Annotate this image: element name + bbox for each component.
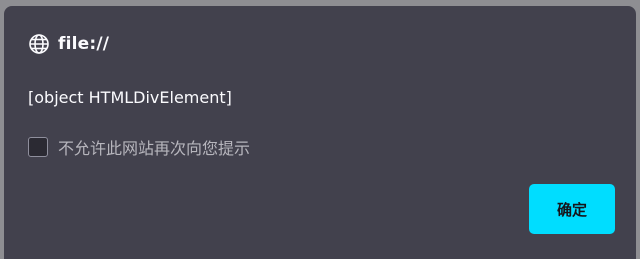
alert-dialog: file:// [object HTMLDivElement] 不允许此网站再次… [4,6,636,259]
suppress-prompts-label: 不允许此网站再次向您提示 [58,139,251,158]
globe-icon [28,33,50,55]
ok-button[interactable]: 确定 [529,184,615,234]
dialog-header: file:// [28,32,109,56]
suppress-prompts-checkbox[interactable] [28,137,48,157]
dialog-title: file:// [58,34,110,54]
dialog-message: [object HTMLDivElement] [28,88,232,107]
suppress-prompts-option[interactable]: 不允许此网站再次向您提示 [28,135,250,159]
